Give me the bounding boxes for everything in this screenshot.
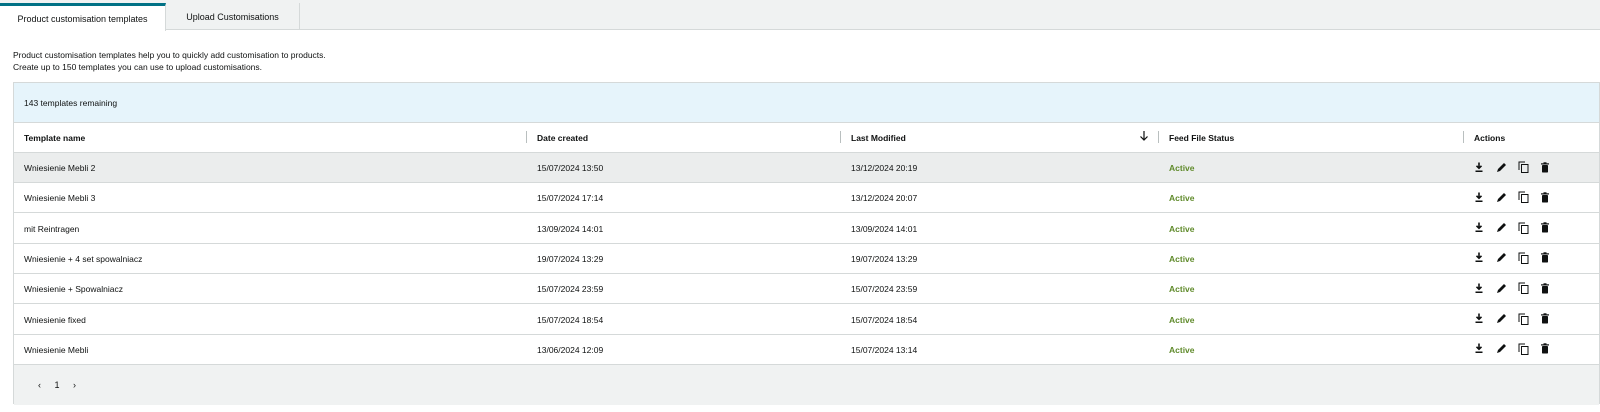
template-name-cell[interactable]: Wniesienie Mebli [24, 335, 88, 365]
column-header-date-created[interactable]: Date created [537, 123, 588, 153]
download-icon[interactable] [1473, 191, 1485, 203]
feed-file-status-cell: Active [1169, 163, 1195, 173]
feed-file-status-cell: Active [1169, 253, 1195, 264]
pagination-footer: ‹ 1 › [14, 365, 1599, 405]
row-actions [1473, 282, 1551, 295]
column-header-actions: Actions [1474, 133, 1506, 143]
column-header-last-modified[interactable]: Last Modified [851, 123, 906, 153]
date-created-cell: 19/07/2024 13:29 [537, 253, 604, 264]
date-created-cell: 15/07/2024 23:59 [537, 284, 604, 295]
copy-icon[interactable] [1517, 343, 1529, 355]
date-created-cell: 15/07/2024 18:54 [537, 314, 604, 325]
row-actions [1473, 343, 1551, 355]
feed-file-status-cell: Active [1169, 284, 1195, 295]
download-icon[interactable] [1473, 222, 1485, 234]
template-name-cell[interactable]: Wniesienie fixed [24, 305, 86, 335]
copy-icon[interactable] [1517, 222, 1529, 234]
edit-icon[interactable] [1495, 313, 1507, 325]
edit-icon[interactable] [1495, 343, 1507, 355]
table-row[interactable]: Wniesienie + 4 set spowalniacz 19/07/2024… [14, 244, 1599, 274]
delete-icon[interactable] [1539, 282, 1551, 294]
delete-icon[interactable] [1539, 252, 1551, 264]
download-icon[interactable] [1473, 313, 1485, 325]
table-row[interactable]: Wniesienie Mebli 3 15/07/2024 17:14 13/12/… [14, 183, 1599, 214]
template-name-cell[interactable]: mit Reintragen [24, 214, 79, 244]
copy-icon[interactable] [1517, 282, 1529, 295]
arrow-down-icon[interactable] [1139, 130, 1149, 145]
download-icon[interactable] [1473, 252, 1485, 264]
date-created-cell: 15/07/2024 13:50 [537, 163, 604, 173]
template-name-cell[interactable]: Wniesienie + Spowalniacz [24, 274, 123, 304]
column-header-feed-file-status[interactable]: Feed File Status [1169, 123, 1234, 153]
edit-icon[interactable] [1495, 161, 1507, 173]
feed-file-status-cell: Active [1169, 223, 1195, 234]
feed-file-status-cell: Active [1169, 314, 1195, 325]
template-name-cell[interactable]: Wniesienie + 4 set spowalniacz [24, 244, 142, 274]
last-modified-cell: 15/07/2024 13:14 [851, 344, 918, 355]
tab-product-customisation-templates[interactable]: Product customisation templates [0, 3, 166, 31]
tab-upload-customisations[interactable]: Upload Customisations [166, 3, 300, 30]
page-number-1[interactable]: 1 [55, 380, 60, 390]
tab-bar: Product customisation templates Upload C… [0, 0, 1600, 31]
download-icon[interactable] [1473, 161, 1485, 173]
date-created-cell: 13/09/2024 14:01 [537, 223, 604, 234]
last-modified-cell: 15/07/2024 23:59 [851, 284, 918, 295]
table-header: Template name Date created Last Modified… [14, 123, 1599, 153]
templates-remaining-banner: 143 templates remaining [14, 83, 1599, 123]
intro-line-1: Product customisation templates help you… [13, 50, 326, 60]
last-modified-cell: 15/07/2024 18:54 [851, 314, 918, 325]
column-divider[interactable] [1463, 131, 1464, 143]
copy-icon[interactable] [1517, 161, 1529, 173]
next-page-button[interactable]: › [73, 380, 76, 390]
column-header-template-name[interactable]: Template name [24, 123, 85, 153]
templates-panel: 143 templates remaining Template name Da… [13, 82, 1600, 405]
date-created-cell: 15/07/2024 17:14 [537, 193, 604, 204]
delete-icon[interactable] [1539, 161, 1551, 173]
column-divider[interactable] [840, 131, 841, 143]
download-icon[interactable] [1473, 343, 1485, 355]
column-divider[interactable] [526, 131, 527, 143]
table-row[interactable]: Wniesienie Mebli 13/06/2024 12:09 15/07/20… [14, 335, 1599, 365]
copy-icon[interactable] [1517, 191, 1529, 204]
table-row[interactable]: Wniesienie Mebli 2 15/07/2024 13:50 13/12/… [14, 153, 1599, 183]
last-modified-cell: 19/07/2024 13:29 [851, 253, 918, 264]
copy-icon[interactable] [1517, 313, 1529, 325]
row-actions [1473, 252, 1551, 264]
last-modified-cell: 13/12/2024 20:19 [851, 163, 918, 173]
feed-file-status-cell: Active [1169, 193, 1195, 204]
last-modified-cell: 13/09/2024 14:01 [851, 223, 918, 234]
download-icon[interactable] [1473, 282, 1485, 294]
date-created-cell: 13/06/2024 12:09 [537, 344, 604, 355]
delete-icon[interactable] [1539, 343, 1551, 355]
template-name-cell[interactable]: Wniesienie Mebli 2 [24, 153, 95, 183]
edit-icon[interactable] [1495, 191, 1507, 203]
edit-icon[interactable] [1495, 252, 1507, 264]
table-row[interactable]: Wniesienie + Spowalniacz 15/07/2024 23:59… [14, 274, 1599, 305]
feed-file-status-cell: Active [1169, 344, 1195, 355]
delete-icon[interactable] [1539, 313, 1551, 325]
last-modified-cell: 13/12/2024 20:07 [851, 193, 918, 204]
copy-icon[interactable] [1517, 252, 1529, 264]
intro-line-2: Create up to 150 templates you can use t… [13, 62, 263, 72]
column-divider[interactable] [1158, 131, 1159, 143]
table-row[interactable]: mit Reintragen 13/09/2024 14:01 13/09/2024… [14, 214, 1599, 244]
intro-text: Product customisation templates help you… [13, 49, 326, 73]
row-actions [1473, 191, 1551, 204]
previous-page-button[interactable]: ‹ [38, 380, 41, 390]
edit-icon[interactable] [1495, 222, 1507, 234]
table-row[interactable]: Wniesienie fixed 15/07/2024 18:54 15/07/20… [14, 305, 1599, 335]
edit-icon[interactable] [1495, 282, 1507, 294]
row-actions [1473, 222, 1551, 234]
template-name-cell[interactable]: Wniesienie Mebli 3 [24, 183, 95, 213]
pagination: ‹ 1 › [38, 380, 87, 390]
delete-icon[interactable] [1539, 222, 1551, 234]
delete-icon[interactable] [1539, 191, 1551, 203]
row-actions [1473, 313, 1551, 325]
row-actions [1473, 161, 1551, 173]
